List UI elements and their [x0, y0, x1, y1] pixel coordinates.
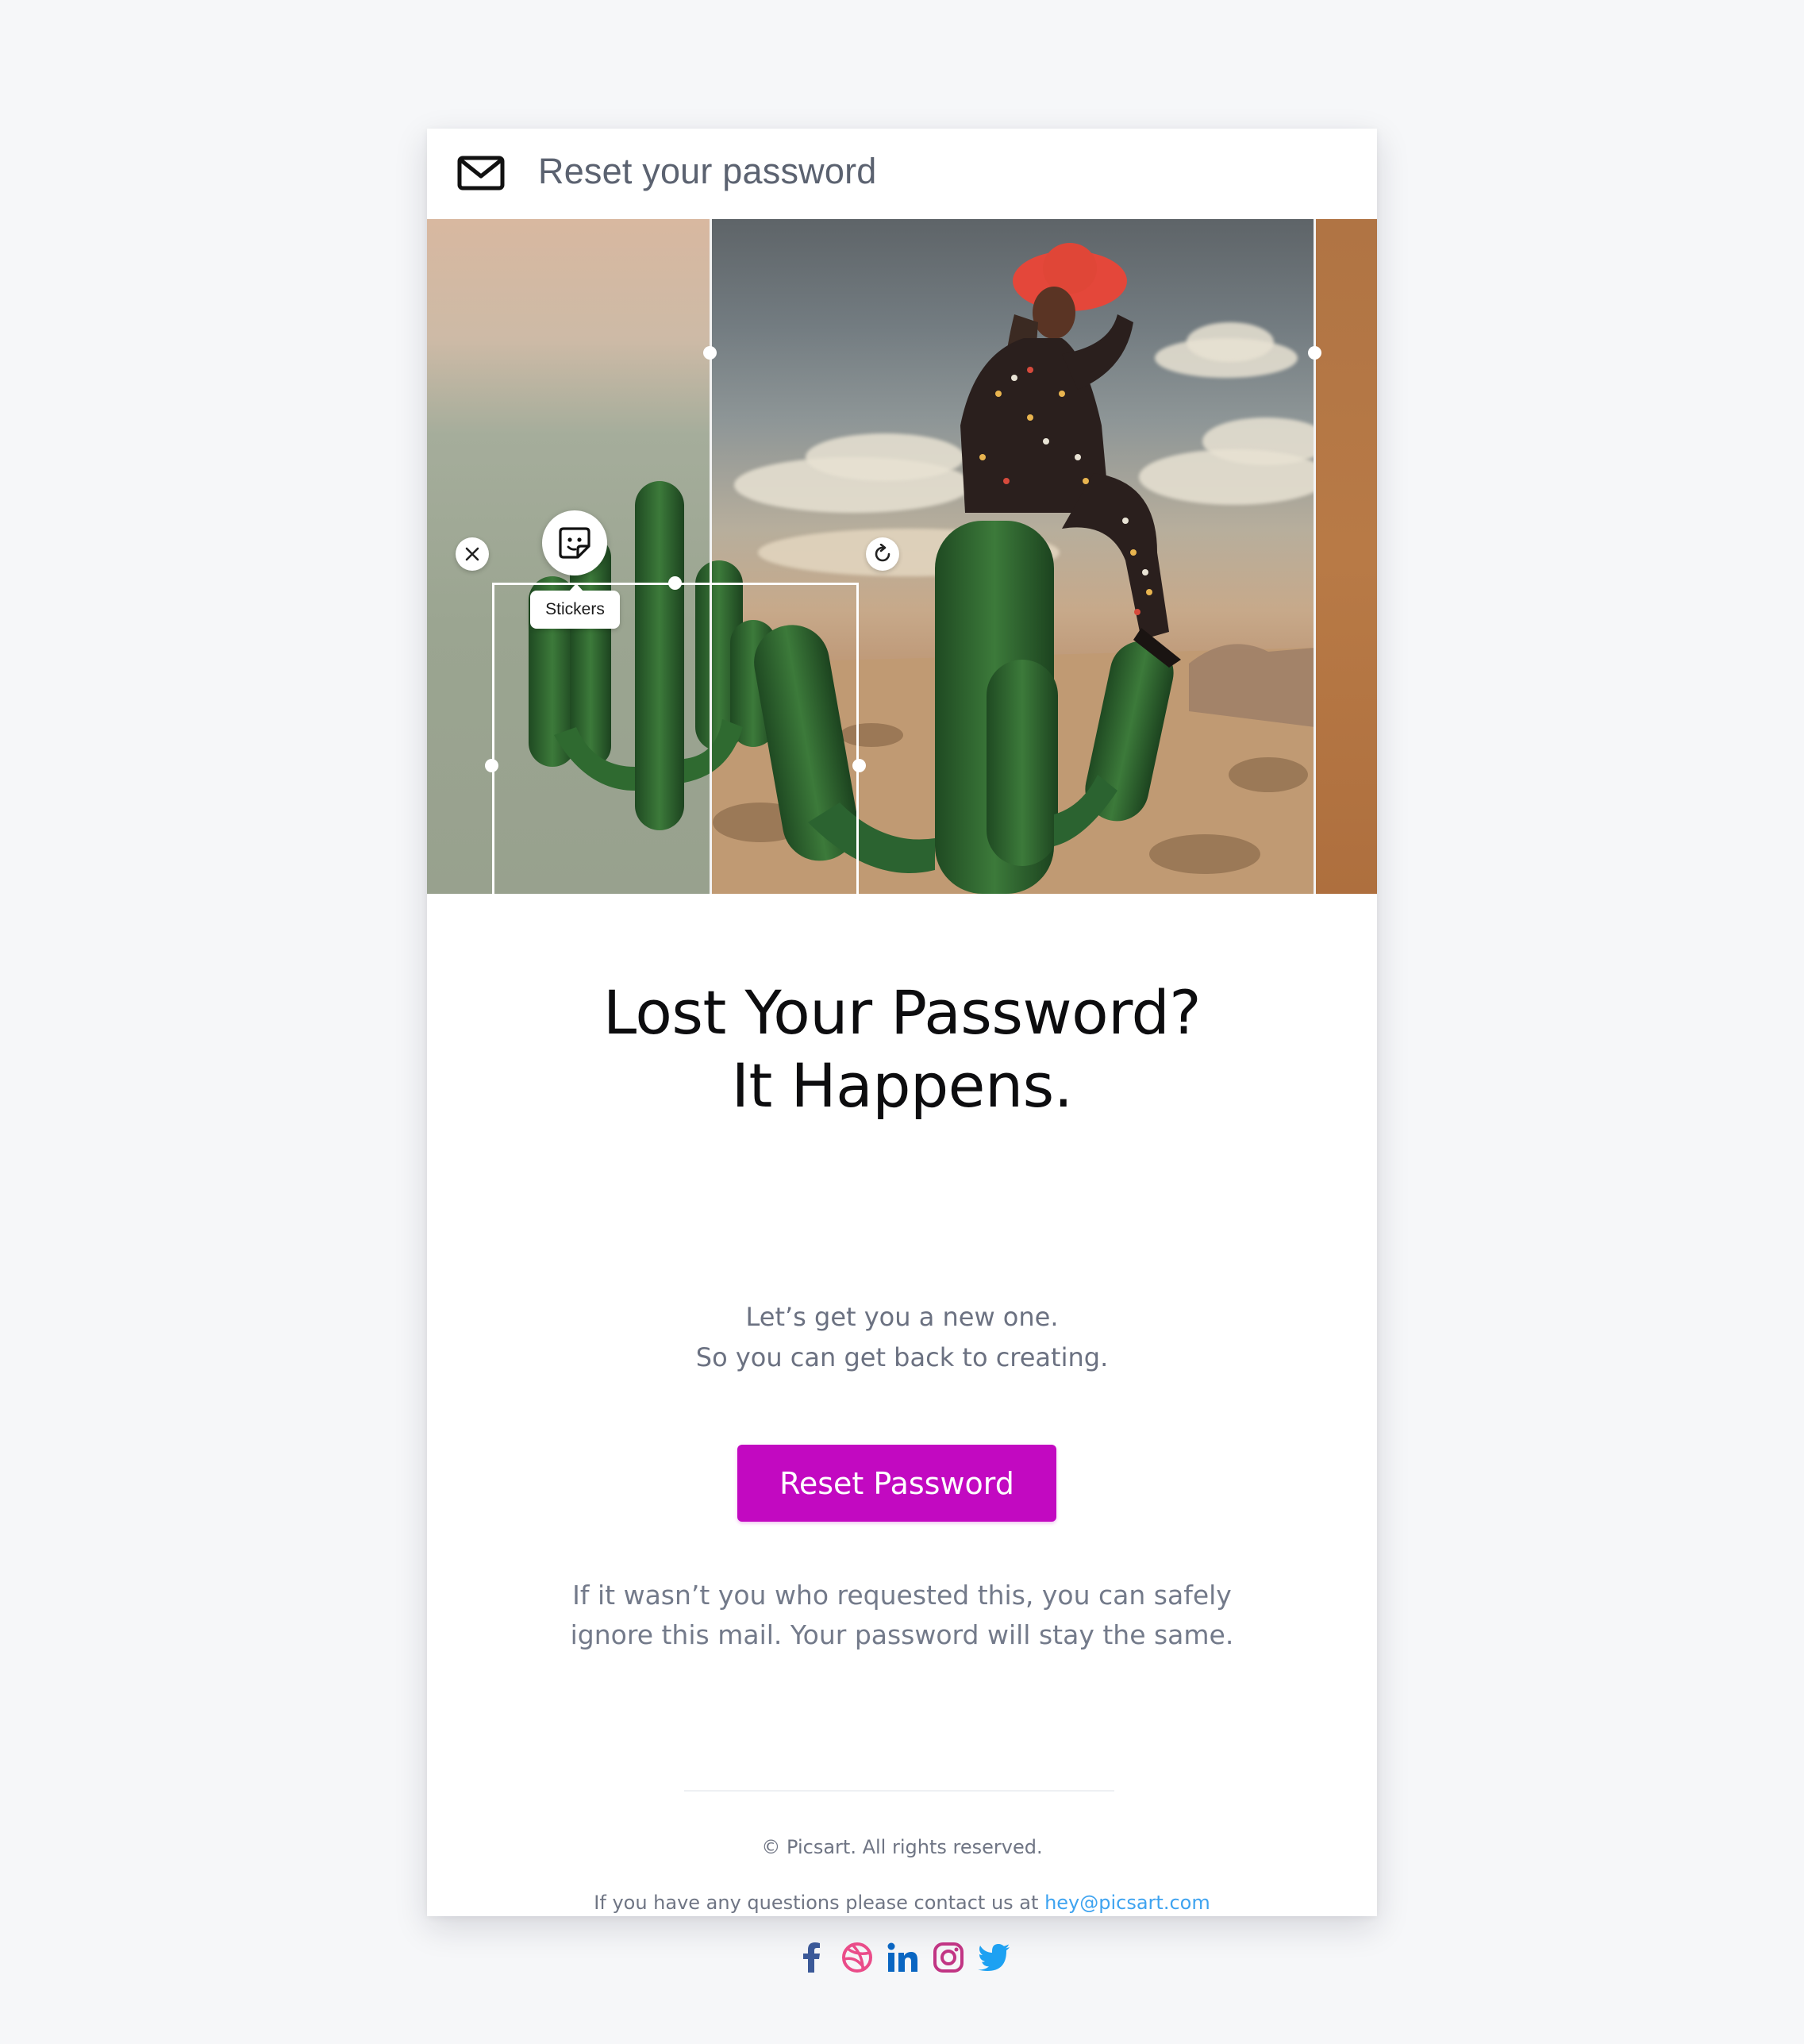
contact-email-link[interactable]: hey@picsart.com — [1044, 1892, 1210, 1914]
twitter-icon — [978, 1944, 1010, 1971]
headline-line: Lost Your Password? — [602, 977, 1202, 1048]
hero-image: Stickers — [427, 219, 1377, 894]
footer-divider — [684, 1790, 1114, 1792]
stickers-button[interactable] — [542, 510, 607, 575]
reset-password-button[interactable]: Reset Password — [737, 1445, 1056, 1522]
mail-icon — [457, 156, 505, 191]
panel-resize-handle[interactable] — [703, 346, 717, 360]
facebook-link[interactable] — [794, 1940, 829, 1975]
copyright: © Picsart. All rights reserved. — [761, 1836, 1043, 1858]
linkedin-link[interactable] — [885, 1940, 920, 1975]
twitter-link[interactable] — [976, 1940, 1011, 1975]
contact-text: If you have any questions please contact… — [594, 1892, 1045, 1914]
selection-handle-right[interactable] — [852, 759, 866, 772]
selection-handle-left[interactable] — [485, 759, 498, 772]
facebook-icon — [803, 1942, 820, 1973]
panel-divider — [1314, 219, 1316, 894]
rotate-sticker-button[interactable] — [866, 537, 899, 571]
stickers-tooltip: Stickers — [530, 583, 620, 629]
panel-resize-handle[interactable] — [1308, 346, 1321, 360]
close-icon — [465, 547, 479, 561]
subheadline: Let’s get you a new one. So you can get … — [427, 1297, 1377, 1378]
email-card: Reset your password Stickers Lost Your P… — [427, 129, 1377, 1973]
sticker-icon — [559, 527, 590, 559]
linkedin-icon — [887, 1942, 917, 1972]
dribbble-link[interactable] — [840, 1940, 875, 1975]
headline-line: It Happens. — [731, 1050, 1073, 1121]
security-note-line: If it wasn’t you who requested this, you… — [572, 1580, 1232, 1611]
subheadline-line: So you can get back to creating. — [695, 1342, 1109, 1372]
security-note: If it wasn’t you who requested this, you… — [427, 1576, 1377, 1655]
sticker-selection-box[interactable] — [492, 583, 859, 894]
security-note-line: ignore this mail. Your password will sta… — [570, 1619, 1234, 1650]
subheadline-line: Let’s get you a new one. — [745, 1302, 1059, 1332]
instagram-icon — [933, 1942, 964, 1973]
email-subject: Reset your password — [538, 151, 877, 191]
email-header: Reset your password — [427, 129, 1377, 219]
headline: Lost Your Password? It Happens. — [427, 976, 1377, 1122]
rotate-icon — [875, 544, 890, 562]
delete-sticker-button[interactable] — [456, 537, 489, 571]
dribbble-icon — [841, 1942, 872, 1973]
contact-line: If you have any questions please contact… — [427, 1892, 1377, 1914]
selection-handle-top[interactable] — [668, 576, 682, 590]
social-links — [794, 1940, 1011, 1975]
instagram-link[interactable] — [931, 1940, 966, 1975]
